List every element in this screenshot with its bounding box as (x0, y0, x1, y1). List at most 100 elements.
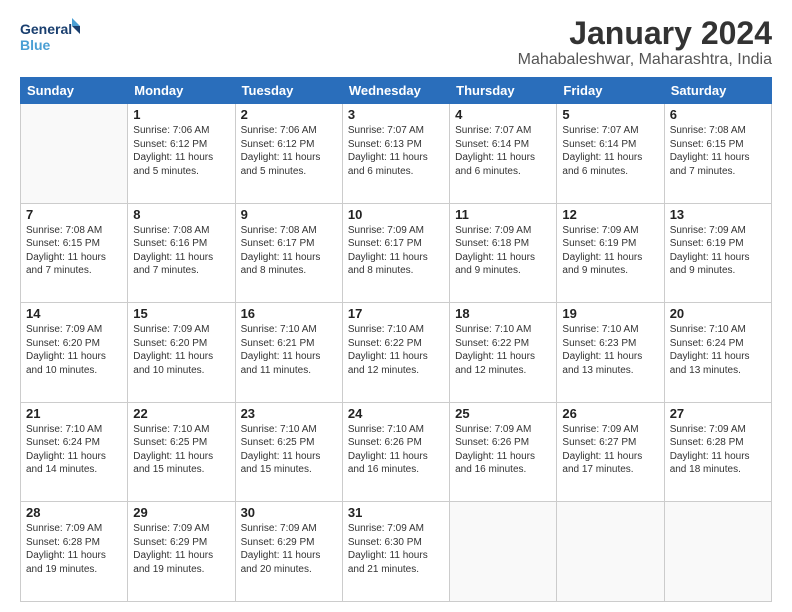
logo-svg: General Blue (20, 16, 80, 60)
location-title: Mahabaleshwar, Maharashtra, India (518, 51, 772, 69)
day-info: Sunrise: 7:10 AM Sunset: 6:24 PM Dayligh… (26, 423, 122, 477)
day-cell: 14 Sunrise: 7:09 AM Sunset: 6:20 PM Dayli… (21, 303, 128, 403)
logo: General Blue (20, 16, 80, 60)
day-cell: 20 Sunrise: 7:10 AM Sunset: 6:24 PM Dayli… (664, 303, 771, 403)
day-info: Sunrise: 7:10 AM Sunset: 6:26 PM Dayligh… (348, 423, 444, 477)
day-cell: 23 Sunrise: 7:10 AM Sunset: 6:25 PM Dayli… (235, 402, 342, 502)
day-number: 31 (348, 505, 444, 520)
day-cell: 9 Sunrise: 7:08 AM Sunset: 6:17 PM Daylig… (235, 203, 342, 303)
day-cell: 8 Sunrise: 7:08 AM Sunset: 6:16 PM Daylig… (128, 203, 235, 303)
day-info: Sunrise: 7:06 AM Sunset: 6:12 PM Dayligh… (241, 124, 337, 178)
day-cell: 19 Sunrise: 7:10 AM Sunset: 6:23 PM Dayli… (557, 303, 664, 403)
day-number: 23 (241, 406, 337, 421)
day-info: Sunrise: 7:10 AM Sunset: 6:23 PM Dayligh… (562, 323, 658, 377)
day-cell: 1 Sunrise: 7:06 AM Sunset: 6:12 PM Daylig… (128, 104, 235, 204)
day-cell: 7 Sunrise: 7:08 AM Sunset: 6:15 PM Daylig… (21, 203, 128, 303)
weekday-thursday: Thursday (450, 78, 557, 104)
week-row-4: 28 Sunrise: 7:09 AM Sunset: 6:28 PM Dayli… (21, 502, 772, 602)
day-cell: 27Sunrise: 7:09 AM Sunset: 6:28 PM Dayli… (664, 402, 771, 502)
weekday-wednesday: Wednesday (342, 78, 449, 104)
calendar: SundayMondayTuesdayWednesdayThursdayFrid… (20, 77, 772, 602)
day-info: Sunrise: 7:08 AM Sunset: 6:17 PM Dayligh… (241, 224, 337, 278)
day-info: Sunrise: 7:06 AM Sunset: 6:12 PM Dayligh… (133, 124, 229, 178)
day-cell: 25Sunrise: 7:09 AM Sunset: 6:26 PM Dayli… (450, 402, 557, 502)
week-row-3: 21Sunrise: 7:10 AM Sunset: 6:24 PM Dayli… (21, 402, 772, 502)
day-cell: 11Sunrise: 7:09 AM Sunset: 6:18 PM Dayli… (450, 203, 557, 303)
week-row-2: 14 Sunrise: 7:09 AM Sunset: 6:20 PM Dayli… (21, 303, 772, 403)
weekday-friday: Friday (557, 78, 664, 104)
day-number: 29 (133, 505, 229, 520)
day-info: Sunrise: 7:08 AM Sunset: 6:16 PM Dayligh… (133, 224, 229, 278)
day-info: Sunrise: 7:08 AM Sunset: 6:15 PM Dayligh… (670, 124, 766, 178)
day-cell: 15 Sunrise: 7:09 AM Sunset: 6:20 PM Dayli… (128, 303, 235, 403)
day-cell: 10 Sunrise: 7:09 AM Sunset: 6:17 PM Dayli… (342, 203, 449, 303)
day-info: Sunrise: 7:09 AM Sunset: 6:30 PM Dayligh… (348, 522, 444, 576)
day-number: 20 (670, 306, 766, 321)
day-number: 12 (562, 207, 658, 222)
day-number: 18 (455, 306, 551, 321)
day-cell: 30 Sunrise: 7:09 AM Sunset: 6:29 PM Dayli… (235, 502, 342, 602)
day-info: Sunrise: 7:08 AM Sunset: 6:15 PM Dayligh… (26, 224, 122, 278)
day-number: 26 (562, 406, 658, 421)
day-number: 8 (133, 207, 229, 222)
day-cell (664, 502, 771, 602)
day-info: Sunrise: 7:09 AM Sunset: 6:19 PM Dayligh… (670, 224, 766, 278)
day-number: 30 (241, 505, 337, 520)
weekday-sunday: Sunday (21, 78, 128, 104)
day-cell: 18 Sunrise: 7:10 AM Sunset: 6:22 PM Dayli… (450, 303, 557, 403)
day-cell: 24Sunrise: 7:10 AM Sunset: 6:26 PM Dayli… (342, 402, 449, 502)
day-info: Sunrise: 7:07 AM Sunset: 6:14 PM Dayligh… (562, 124, 658, 178)
day-cell: 13 Sunrise: 7:09 AM Sunset: 6:19 PM Dayli… (664, 203, 771, 303)
day-number: 19 (562, 306, 658, 321)
day-number: 9 (241, 207, 337, 222)
day-info: Sunrise: 7:07 AM Sunset: 6:14 PM Dayligh… (455, 124, 551, 178)
day-cell: 31 Sunrise: 7:09 AM Sunset: 6:30 PM Dayli… (342, 502, 449, 602)
weekday-monday: Monday (128, 78, 235, 104)
day-number: 13 (670, 207, 766, 222)
day-info: Sunrise: 7:09 AM Sunset: 6:29 PM Dayligh… (133, 522, 229, 576)
day-info: Sunrise: 7:10 AM Sunset: 6:25 PM Dayligh… (241, 423, 337, 477)
day-info: Sunrise: 7:10 AM Sunset: 6:25 PM Dayligh… (133, 423, 229, 477)
day-number: 6 (670, 107, 766, 122)
weekday-tuesday: Tuesday (235, 78, 342, 104)
day-number: 11 (455, 207, 551, 222)
day-number: 4 (455, 107, 551, 122)
day-number: 14 (26, 306, 122, 321)
day-number: 22 (133, 406, 229, 421)
day-cell: 4 Sunrise: 7:07 AM Sunset: 6:14 PM Daylig… (450, 104, 557, 204)
day-cell: 29 Sunrise: 7:09 AM Sunset: 6:29 PM Dayli… (128, 502, 235, 602)
day-cell (557, 502, 664, 602)
day-number: 3 (348, 107, 444, 122)
day-info: Sunrise: 7:09 AM Sunset: 6:20 PM Dayligh… (26, 323, 122, 377)
day-info: Sunrise: 7:10 AM Sunset: 6:22 PM Dayligh… (455, 323, 551, 377)
day-info: Sunrise: 7:09 AM Sunset: 6:19 PM Dayligh… (562, 224, 658, 278)
day-number: 27 (670, 406, 766, 421)
day-number: 1 (133, 107, 229, 122)
day-cell: 28 Sunrise: 7:09 AM Sunset: 6:28 PM Dayli… (21, 502, 128, 602)
month-title: January 2024 (518, 16, 772, 51)
day-number: 28 (26, 505, 122, 520)
day-info: Sunrise: 7:09 AM Sunset: 6:28 PM Dayligh… (26, 522, 122, 576)
day-number: 10 (348, 207, 444, 222)
day-cell: 21Sunrise: 7:10 AM Sunset: 6:24 PM Dayli… (21, 402, 128, 502)
day-number: 7 (26, 207, 122, 222)
week-row-1: 7 Sunrise: 7:08 AM Sunset: 6:15 PM Daylig… (21, 203, 772, 303)
day-number: 25 (455, 406, 551, 421)
svg-text:Blue: Blue (20, 37, 51, 53)
day-cell: 6 Sunrise: 7:08 AM Sunset: 6:15 PM Daylig… (664, 104, 771, 204)
day-info: Sunrise: 7:09 AM Sunset: 6:27 PM Dayligh… (562, 423, 658, 477)
day-number: 5 (562, 107, 658, 122)
day-info: Sunrise: 7:10 AM Sunset: 6:21 PM Dayligh… (241, 323, 337, 377)
day-cell (21, 104, 128, 204)
day-info: Sunrise: 7:10 AM Sunset: 6:22 PM Dayligh… (348, 323, 444, 377)
day-number: 15 (133, 306, 229, 321)
day-cell: 26 Sunrise: 7:09 AM Sunset: 6:27 PM Dayli… (557, 402, 664, 502)
day-cell: 5 Sunrise: 7:07 AM Sunset: 6:14 PM Daylig… (557, 104, 664, 204)
day-cell: 17Sunrise: 7:10 AM Sunset: 6:22 PM Dayli… (342, 303, 449, 403)
day-cell: 22 Sunrise: 7:10 AM Sunset: 6:25 PM Dayli… (128, 402, 235, 502)
day-cell: 2Sunrise: 7:06 AM Sunset: 6:12 PM Daylig… (235, 104, 342, 204)
day-info: Sunrise: 7:09 AM Sunset: 6:17 PM Dayligh… (348, 224, 444, 278)
day-info: Sunrise: 7:10 AM Sunset: 6:24 PM Dayligh… (670, 323, 766, 377)
day-info: Sunrise: 7:09 AM Sunset: 6:29 PM Dayligh… (241, 522, 337, 576)
day-info: Sunrise: 7:09 AM Sunset: 6:20 PM Dayligh… (133, 323, 229, 377)
